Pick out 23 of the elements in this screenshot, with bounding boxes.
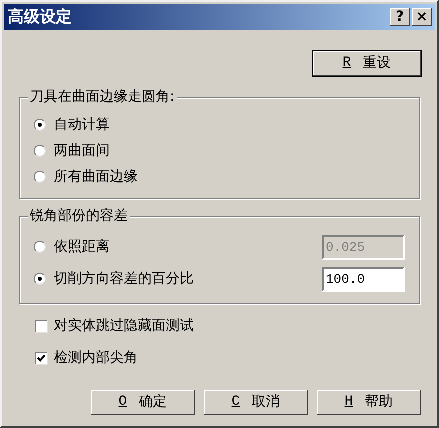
checkbox[interactable] — [35, 320, 48, 332]
window-title: 高级设定 — [8, 9, 72, 25]
radio-button[interactable] — [34, 273, 46, 285]
close-button[interactable]: × — [412, 8, 432, 26]
ok-button[interactable]: O 确定 — [91, 390, 195, 415]
group-title: 锐角部份的容差 — [28, 207, 130, 225]
radio-label: 依照距离 — [54, 238, 110, 256]
radio-button[interactable] — [34, 171, 46, 183]
help-button[interactable]: H 帮助 — [317, 390, 421, 415]
input-field[interactable]: 100.0 — [322, 266, 405, 292]
radio-label: 所有曲面边缘 — [54, 168, 138, 186]
radio-label: 自动计算 — [54, 116, 110, 134]
group-title: 刀具在曲面边缘走圆角: — [28, 88, 177, 106]
cancel-button[interactable]: C 取消 — [204, 390, 308, 415]
radio-button[interactable] — [34, 119, 46, 131]
checkbox-label: 检测内部尖角 — [54, 348, 138, 368]
help-button[interactable]: ? — [390, 8, 410, 26]
checkbox[interactable] — [35, 352, 48, 364]
radio-label: 两曲面间 — [54, 142, 110, 160]
radio-button[interactable] — [34, 145, 46, 157]
reset-button[interactable]: R 重设 — [313, 51, 421, 76]
radio-label: 切削方向容差的百分比 — [54, 270, 194, 288]
checkbox-label: 对实体跳过隐藏面测试 — [54, 316, 194, 336]
